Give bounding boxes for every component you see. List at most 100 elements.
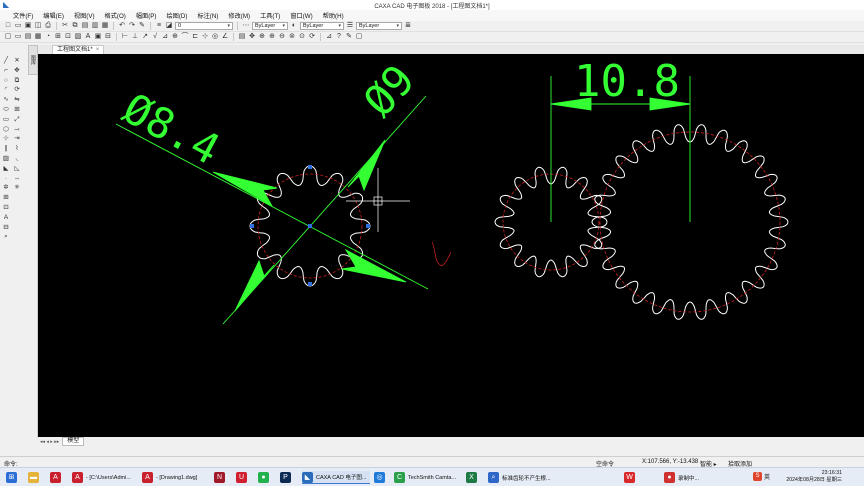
ellipse-icon[interactable]: ⬭ bbox=[2, 106, 10, 114]
block-tool-icon[interactable]: ⊞ bbox=[2, 194, 10, 202]
array-icon[interactable]: ⊞ bbox=[13, 106, 21, 114]
lookup-icon[interactable]: ⌕ bbox=[2, 233, 10, 241]
layer-icon[interactable]: ▤ bbox=[238, 33, 246, 41]
rectangle-icon[interactable]: ▭ bbox=[2, 116, 10, 124]
trim-icon[interactable]: ⤙ bbox=[13, 126, 21, 134]
table-icon[interactable]: ⊟ bbox=[104, 33, 112, 41]
layer-state-icon[interactable]: ◪ bbox=[165, 22, 173, 30]
zoom-out-icon[interactable]: ⊖ bbox=[278, 33, 286, 41]
explode-icon[interactable]: ✳ bbox=[13, 184, 21, 192]
lineweight-dropdown[interactable]: ByLayer ▾ bbox=[356, 22, 402, 30]
menu-modify[interactable]: 修改(M) bbox=[225, 11, 253, 20]
input-method-indicator[interactable]: S 英 bbox=[752, 472, 770, 481]
menu-help[interactable]: 帮助(H) bbox=[320, 11, 347, 20]
taskbar-excel[interactable]: X bbox=[466, 471, 477, 484]
mirror-icon[interactable]: ⇋ bbox=[13, 96, 21, 104]
circle-icon[interactable]: ○ bbox=[2, 77, 10, 85]
properties-icon[interactable]: ▦ bbox=[101, 22, 109, 30]
break-icon[interactable]: ⌇ bbox=[13, 145, 21, 153]
extend-icon[interactable]: ⇥ bbox=[13, 135, 21, 143]
lock-icon[interactable]: ▢ bbox=[355, 33, 363, 41]
color-icon[interactable]: ◐ bbox=[290, 22, 298, 30]
print-icon[interactable]: ⎙ bbox=[44, 22, 52, 30]
mark-icon[interactable]: ◎ bbox=[211, 33, 219, 41]
menu-edit[interactable]: 编辑(E) bbox=[40, 11, 67, 20]
taskbar-autocad-window-1[interactable]: A- [C:\Users\Admi... bbox=[72, 471, 131, 484]
regen-icon[interactable]: ⟳ bbox=[308, 33, 316, 41]
centerline-icon[interactable]: ⊹ bbox=[201, 33, 209, 41]
taskbar-ug[interactable]: U bbox=[236, 471, 247, 484]
query-icon[interactable]: ? bbox=[335, 33, 343, 41]
paste-icon[interactable]: ▤ bbox=[81, 22, 89, 30]
library-panel-tab[interactable]: 图库 bbox=[28, 45, 38, 75]
balloon-icon[interactable]: ◔ bbox=[44, 33, 52, 41]
taskbar-wechat[interactable]: ● bbox=[258, 471, 269, 484]
taskbar-search-window[interactable]: ⌕ 标准齿轮不产生根... bbox=[488, 471, 551, 484]
menu-tools[interactable]: 工具(T) bbox=[257, 11, 283, 20]
cut-icon[interactable]: ✂ bbox=[61, 22, 69, 30]
centerline-tool-icon[interactable]: ⊹ bbox=[2, 135, 10, 143]
fillet-icon[interactable]: ◟ bbox=[13, 155, 21, 163]
system-clock[interactable]: 23:16:31 2024年08月28日 星期三 bbox=[786, 470, 842, 484]
layer-manager-icon[interactable]: ≡ bbox=[155, 22, 163, 30]
polygon-icon[interactable]: ⬡ bbox=[2, 126, 10, 134]
taskbar-caxa[interactable]: ◣ CAXA CAD 电子图... bbox=[302, 471, 371, 484]
redo-icon[interactable]: ↷ bbox=[128, 22, 136, 30]
grip[interactable] bbox=[366, 224, 370, 228]
text-icon[interactable]: A bbox=[84, 33, 92, 41]
scale-icon[interactable]: ⤢ bbox=[13, 116, 21, 124]
taskbar-browser[interactable]: ◎ bbox=[374, 471, 385, 484]
zoom-all-icon[interactable]: ⊚ bbox=[288, 33, 296, 41]
hatch-icon[interactable]: ▨ bbox=[74, 33, 82, 41]
menu-draw[interactable]: 绘图(D) bbox=[163, 11, 190, 20]
sheet-nav-arrows[interactable]: ◂◂ ◂ ▸ ▸▸ bbox=[40, 439, 59, 445]
dimension-icon[interactable]: ⊢ bbox=[121, 33, 129, 41]
taskbar-nx[interactable]: N bbox=[214, 471, 225, 484]
menu-window[interactable]: 窗口(W) bbox=[287, 11, 315, 20]
fill-icon[interactable]: ◣ bbox=[2, 165, 10, 173]
line-icon[interactable]: ╱ bbox=[2, 57, 10, 65]
taskbar-recording[interactable]: ● 录制中... bbox=[664, 471, 699, 484]
block-icon[interactable]: ⊞ bbox=[54, 33, 62, 41]
menu-sheet[interactable]: 幅面(P) bbox=[133, 11, 160, 20]
dim-text-diameter-9[interactable]: Ø9 bbox=[354, 55, 424, 125]
linetype-icon[interactable]: ⋯ bbox=[242, 22, 250, 30]
copy-icon[interactable]: ⧉ bbox=[71, 22, 79, 30]
dim-text-diameter-8-4[interactable]: Ø8.4 bbox=[115, 84, 227, 175]
section-icon[interactable]: ⊏ bbox=[191, 33, 199, 41]
grip[interactable] bbox=[308, 282, 312, 286]
rotate-icon[interactable]: ⟳ bbox=[13, 86, 21, 94]
taskbar-autocad[interactable]: A bbox=[50, 471, 61, 484]
color-dropdown[interactable]: ByLayer ▾ bbox=[300, 22, 344, 30]
measure-icon[interactable]: ⊿ bbox=[325, 33, 333, 41]
insert-block-icon[interactable]: ⊡ bbox=[64, 33, 72, 41]
linetype-dropdown[interactable]: ByLayer ▾ bbox=[252, 22, 288, 30]
pan-icon[interactable]: ✥ bbox=[248, 33, 256, 41]
leader-icon[interactable]: ↗ bbox=[141, 33, 149, 41]
copy-tool-icon[interactable]: ⧉ bbox=[13, 77, 21, 85]
parts-list-icon[interactable]: ▦ bbox=[34, 33, 42, 41]
save-as-icon[interactable]: ◫ bbox=[34, 22, 42, 30]
spline-icon[interactable]: ∿ bbox=[2, 96, 10, 104]
layer-dropdown[interactable]: 0 ▾ bbox=[175, 22, 233, 30]
table-tool-icon[interactable]: ⊟ bbox=[2, 224, 10, 232]
menu-file[interactable]: 文件(F) bbox=[10, 11, 36, 20]
zoom-window-icon[interactable]: ⊕ bbox=[258, 33, 266, 41]
roughness-icon[interactable]: √ bbox=[151, 33, 159, 41]
grip[interactable] bbox=[250, 224, 254, 228]
arc-icon[interactable]: ◜ bbox=[2, 86, 10, 94]
taskbar-camtasia[interactable]: C TechSmith Camta... bbox=[394, 471, 456, 484]
taskbar-autocad-window-2[interactable]: A- [Drawing1.dwg] bbox=[142, 471, 197, 484]
close-icon[interactable]: × bbox=[96, 47, 100, 53]
menu-dimension[interactable]: 标注(N) bbox=[194, 11, 221, 20]
grip[interactable] bbox=[308, 224, 312, 228]
save-icon[interactable]: ▣ bbox=[24, 22, 32, 30]
taskbar-photoshop[interactable]: P bbox=[280, 471, 291, 484]
taskbar-file-explorer[interactable]: ▬ bbox=[28, 471, 39, 484]
edit-properties-icon[interactable]: ✎ bbox=[345, 33, 353, 41]
lineweight-icon[interactable]: ☰ bbox=[346, 22, 354, 30]
sheet-setup-icon[interactable]: ▢ bbox=[4, 33, 12, 41]
move-icon[interactable]: ✥ bbox=[13, 67, 21, 75]
polyline-icon[interactable]: ⌐ bbox=[2, 67, 10, 75]
drawing-canvas[interactable]: Ø8.4 Ø9 10.8 bbox=[38, 54, 864, 438]
